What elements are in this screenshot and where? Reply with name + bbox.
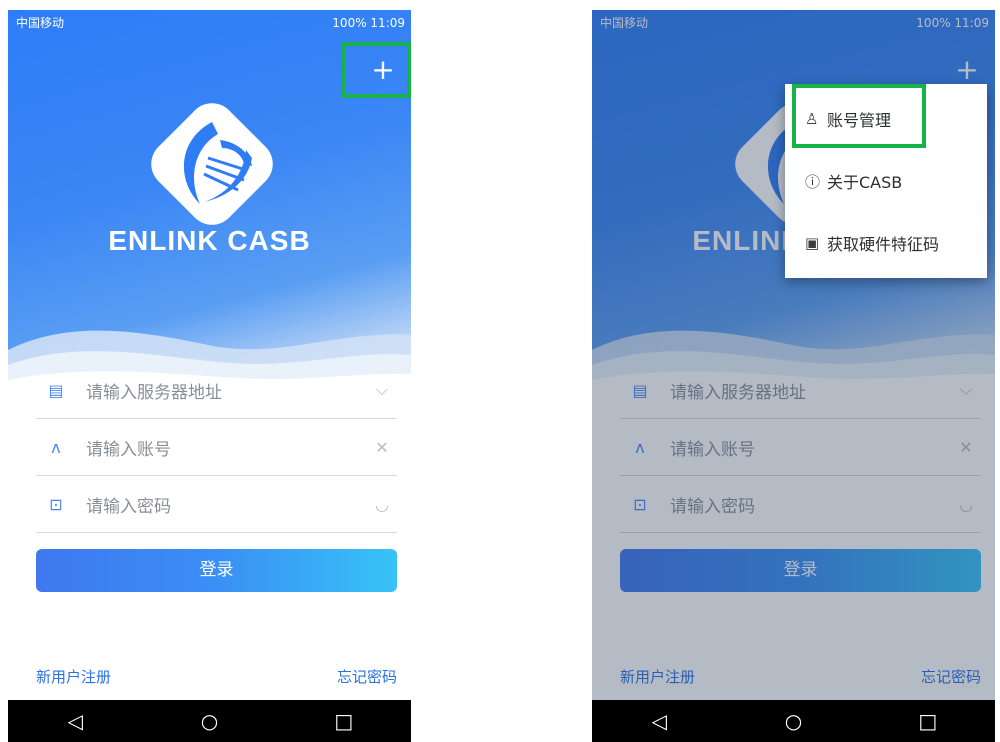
lock-icon: ⊡	[49, 494, 63, 514]
menu-item-label: 获取硬件特征码	[827, 235, 940, 254]
phone-screen-login: 中国移动 100% 11:09 + ENLINK CASB ▤ 请输入服务器地址…	[8, 10, 411, 742]
menu-item-about[interactable]: ⓘ 关于CASB	[785, 150, 987, 212]
server-icon: ▤	[48, 380, 64, 400]
status-right: 100% 11:09	[332, 16, 405, 30]
menu-item-label: 关于CASB	[827, 173, 903, 192]
account-field[interactable]: ᴧ 请输入账号 ✕	[36, 419, 397, 476]
back-icon[interactable]: ◁	[619, 709, 699, 733]
account-placeholder: 请输入账号	[86, 439, 171, 460]
menu-item-hardware-id[interactable]: ▣ 获取硬件特征码	[785, 212, 987, 274]
overflow-menu: ♙ 账号管理 ⓘ 关于CASB ▣ 获取硬件特征码	[785, 84, 987, 278]
phone-screen-menu: 中国移动 100% 11:09 + ENLINK CASB ▤ 请输入服务器地址…	[592, 10, 995, 742]
login-form: ▤ 请输入服务器地址 ⌵ ᴧ 请输入账号 ✕ ⊡ 请输入密码 ◡	[36, 362, 397, 533]
password-field[interactable]: ⊡ 请输入密码 ◡	[36, 476, 397, 533]
carrier-label: 中国移动	[16, 16, 65, 30]
clear-icon[interactable]: ✕	[367, 438, 397, 457]
user-icon: ᴧ	[51, 437, 61, 457]
forgot-password-link[interactable]: 忘记密码	[337, 666, 397, 687]
recent-apps-icon[interactable]: □	[888, 709, 968, 733]
menu-item-label: 账号管理	[827, 111, 892, 130]
info-icon: ⓘ	[805, 172, 821, 191]
back-icon[interactable]: ◁	[35, 709, 115, 733]
eye-closed-icon[interactable]: ◡	[367, 495, 397, 514]
menu-item-account-management[interactable]: ♙ 账号管理	[785, 88, 987, 150]
register-link[interactable]: 新用户注册	[36, 666, 111, 687]
chevron-down-icon[interactable]: ⌵	[367, 380, 397, 400]
app-title: ENLINK CASB	[108, 225, 311, 256]
home-icon[interactable]: ○	[753, 709, 833, 733]
android-nav-bar: ◁ ○ □	[592, 700, 995, 742]
login-button[interactable]: 登录	[36, 549, 397, 592]
footer-links: 新用户注册 忘记密码	[36, 666, 397, 688]
user-icon: ♙	[805, 110, 819, 128]
home-icon[interactable]: ○	[169, 709, 249, 733]
server-address-field[interactable]: ▤ 请输入服务器地址 ⌵	[36, 362, 397, 419]
add-button[interactable]: +	[355, 44, 411, 96]
id-card-icon: ▣	[805, 234, 820, 252]
android-nav-bar: ◁ ○ □	[8, 700, 411, 742]
status-bar: 中国移动 100% 11:09	[8, 10, 411, 36]
password-placeholder: 请输入密码	[86, 496, 171, 517]
recent-apps-icon[interactable]: □	[304, 709, 384, 733]
app-logo	[151, 103, 273, 225]
server-placeholder: 请输入服务器地址	[86, 382, 222, 403]
